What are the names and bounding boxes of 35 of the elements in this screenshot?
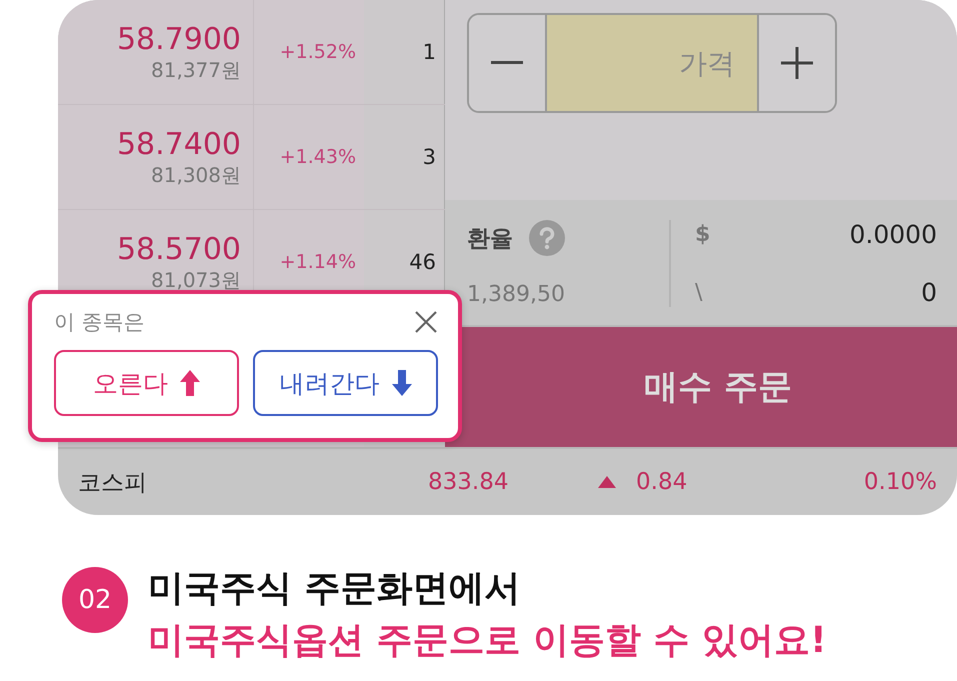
caption-heading: 미국주식 주문화면에서 — [148, 567, 522, 611]
usd-amount: 0.0000 — [850, 220, 937, 249]
exchange-rate-label: 환율 — [467, 224, 513, 254]
index-percent: 0.10% — [862, 469, 937, 495]
plus-icon — [781, 47, 813, 79]
up-arrow-icon — [180, 370, 200, 396]
krw-price: 81,377원 — [151, 58, 241, 82]
price-field[interactable]: 가격 — [545, 15, 759, 111]
currency-symbol: \ — [695, 280, 702, 305]
close-icon[interactable] — [414, 310, 438, 334]
index-value: 833.84 — [428, 469, 510, 495]
index-name: 코스피 — [78, 468, 148, 498]
exchange-rate-value: 1,389,50 — [467, 282, 566, 307]
currency-symbol: $ — [695, 222, 710, 247]
prediction-button[interactable]: 오른다 — [54, 350, 239, 416]
down-arrow-icon — [392, 370, 412, 396]
krw-price: 81,308원 — [151, 163, 241, 187]
step-badge: 02 — [62, 567, 128, 633]
krw-amount: 0 — [921, 278, 937, 307]
index-change: 0.84 — [636, 469, 688, 495]
change-rate: +1.43% — [280, 146, 356, 168]
ask-price: 58.7900 — [116, 22, 241, 58]
minus-icon — [491, 61, 523, 65]
ask-price: 58.7400 — [116, 127, 241, 163]
caption-highlight: 미국주식옵션 주문으로 이동할 수 있어요! — [148, 619, 827, 663]
krw-price: 81,073원 — [151, 268, 241, 292]
change-rate: +1.14% — [280, 251, 356, 273]
ask-price: 58.5700 — [116, 232, 241, 268]
prediction-button[interactable]: 내려간다 — [253, 350, 438, 416]
popup-title: 이 종목은 — [54, 309, 145, 336]
quantity: 3 — [422, 145, 436, 169]
buy-order-button[interactable]: 매수 주문 — [445, 325, 957, 447]
quantity: 46 — [409, 250, 436, 274]
change-rate: +1.52% — [280, 41, 356, 63]
quantity: 1 — [422, 40, 436, 64]
